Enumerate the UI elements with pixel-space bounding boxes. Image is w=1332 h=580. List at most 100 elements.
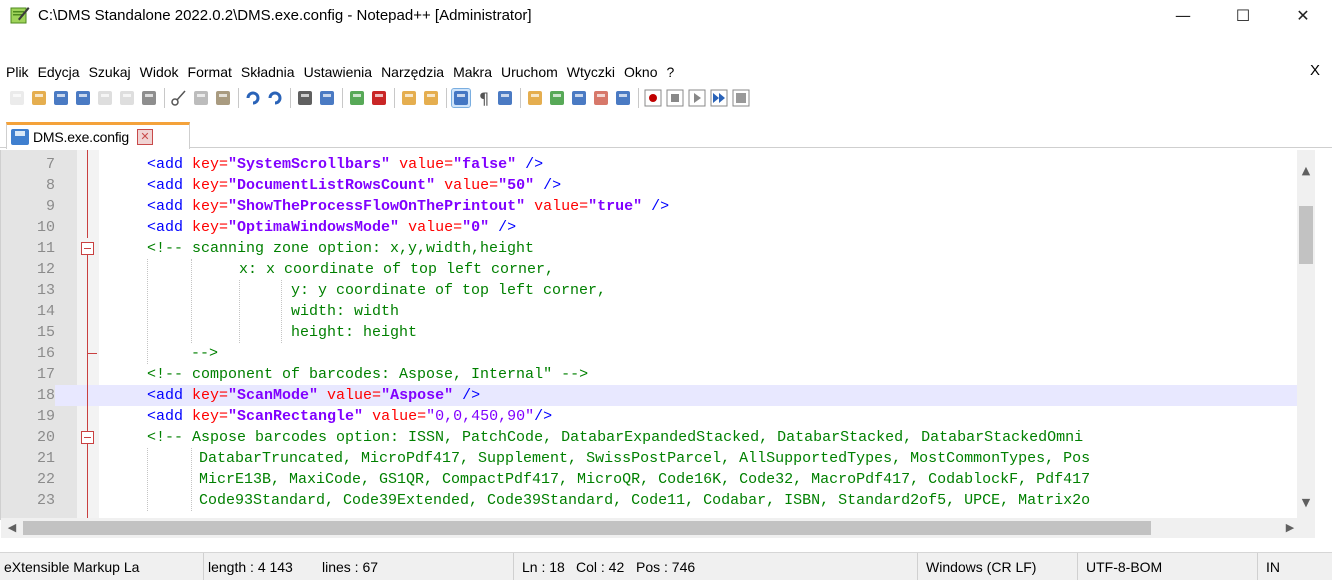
cut-icon[interactable] (170, 89, 188, 107)
save-all-icon[interactable] (74, 89, 92, 107)
token-val: "50" (498, 177, 535, 194)
line-number: 10 (1, 217, 55, 238)
menu-uruchom[interactable]: Uruchom (498, 64, 561, 80)
token-comment: width: width (291, 303, 400, 320)
indent-guide (147, 448, 148, 511)
token-attr: key= (192, 198, 229, 215)
token-val: "OptimaWindowsMode" (228, 219, 400, 236)
open-file-icon[interactable] (30, 89, 48, 107)
code-line[interactable]: 19 <add key="ScanRectangle" value="0,0,45… (1, 406, 1297, 427)
horizontal-scroll-thumb[interactable] (23, 521, 1151, 535)
stop-macro-icon[interactable] (666, 89, 684, 107)
token-attr: value= (363, 408, 427, 425)
play-macro-icon[interactable] (688, 89, 706, 107)
horizontal-scrollbar[interactable]: ◀ ▶ (1, 518, 1315, 538)
new-file-icon[interactable] (8, 89, 26, 107)
scroll-left-icon[interactable]: ◀ (3, 521, 21, 534)
minimize-button[interactable]: — (1160, 0, 1206, 30)
editor[interactable]: ▲ ▼ ◀ ▶ 7 <add key="SystemScrollbars" val… (0, 150, 1332, 538)
save-macro-icon[interactable] (732, 89, 750, 107)
menu-narzedzia[interactable]: Narzędzia (378, 64, 447, 80)
code-line[interactable]: 14 width: width (1, 301, 1297, 322)
saved-file-icon (11, 129, 29, 145)
code-line[interactable]: 8 <add key="DocumentListRowsCount" value=… (1, 175, 1297, 196)
show-all-chars-icon[interactable]: ¶ (474, 89, 492, 108)
token-attr: value= (318, 387, 382, 404)
fold-toggle-icon[interactable] (81, 242, 94, 255)
fold-toggle-icon[interactable] (81, 431, 94, 444)
vertical-scrollbar[interactable]: ▲ ▼ (1297, 150, 1315, 518)
code-line[interactable]: 10 <add key="OptimaWindowsMode" value="0"… (1, 217, 1297, 238)
code-line[interactable]: 13 y: y coordinate of top left corner, (1, 280, 1297, 301)
code-line[interactable]: 18 <add key="ScanMode" value="Aspose" /> (1, 385, 1297, 406)
menu-makra[interactable]: Makra (450, 64, 495, 80)
record-macro-icon[interactable] (644, 89, 662, 107)
folder-workspace-icon[interactable] (592, 89, 610, 107)
token-attr: key= (192, 387, 229, 404)
token-val: "DocumentListRowsCount" (228, 177, 436, 194)
close-icon[interactable] (96, 89, 114, 107)
menu-skladnia[interactable]: Składnia (238, 64, 298, 80)
token-comment: height: height (291, 324, 418, 341)
save-icon[interactable] (52, 89, 70, 107)
menu-help[interactable]: ? (663, 64, 677, 80)
code-line[interactable]: 21 DatabarTruncated, MicroPdf417, Supplem… (1, 448, 1297, 469)
token-attr: key= (192, 219, 229, 236)
menu-ustawienia[interactable]: Ustawienia (301, 64, 375, 80)
doc-map-icon[interactable] (548, 89, 566, 107)
tab-close-icon[interactable]: ✕ (137, 129, 154, 145)
menu-okno[interactable]: Okno (621, 64, 660, 80)
scroll-down-icon[interactable]: ▼ (1297, 496, 1315, 509)
run-macro-multiple-icon[interactable] (710, 89, 728, 107)
replace-icon[interactable] (318, 89, 336, 107)
word-wrap-icon[interactable] (451, 88, 471, 108)
scroll-right-icon[interactable]: ▶ (1281, 521, 1299, 534)
token-comment: x: x coordinate of top left corner, (239, 261, 555, 278)
line-number: 19 (1, 406, 55, 427)
zoom-out-icon[interactable] (370, 89, 388, 107)
code-line[interactable]: 9 <add key="ShowTheProcessFlowOnThePrinto… (1, 196, 1297, 217)
menu-format[interactable]: Format (185, 64, 235, 80)
copy-icon[interactable] (192, 89, 210, 107)
status-bar: eXtensible Markup La length : 4 143 line… (0, 552, 1332, 580)
menu-edycja[interactable]: Edycja (35, 64, 83, 80)
code-line[interactable]: 22 MicrE13B, MaxiCode, GS1QR, CompactPdf4… (1, 469, 1297, 490)
sync-horizontal-icon[interactable] (422, 89, 440, 107)
status-lines: lines : 67 (314, 553, 514, 580)
menu-widok[interactable]: Widok (137, 64, 182, 80)
fold-line (87, 150, 88, 238)
scroll-up-icon[interactable]: ▲ (1297, 164, 1315, 177)
code-line[interactable]: 20 <!-- Aspose barcodes option: ISSN, Pat… (1, 427, 1297, 448)
code-line[interactable]: 15 height: height (1, 322, 1297, 343)
monitor-icon[interactable] (614, 89, 632, 107)
menu-wtyczki[interactable]: Wtyczki (564, 64, 618, 80)
close-all-icon[interactable] (118, 89, 136, 107)
print-icon[interactable] (140, 89, 158, 107)
code-line[interactable]: 17 <!-- component of barcodes: Aspose, In… (1, 364, 1297, 385)
menu-szukaj[interactable]: Szukaj (86, 64, 134, 80)
menu-plik[interactable]: Plik (3, 64, 32, 80)
token-tag: /> (534, 408, 553, 425)
code-line[interactable]: 23 Code93Standard, Code39Extended, Code39… (1, 490, 1297, 511)
sync-vertical-icon[interactable] (400, 89, 418, 107)
maximize-button[interactable]: ☐ (1220, 0, 1266, 30)
close-document-button[interactable]: X (1310, 62, 1320, 79)
zoom-in-icon[interactable] (348, 89, 366, 107)
function-list-icon[interactable] (570, 89, 588, 107)
toolbar: ¶ (0, 84, 1332, 112)
code-line[interactable]: 11 <!-- scanning zone option: x,y,width,h… (1, 238, 1297, 259)
redo-icon[interactable] (266, 89, 284, 107)
line-number: 12 (1, 259, 55, 280)
tab-dms-exe-config[interactable]: DMS.exe.config ✕ (6, 122, 190, 149)
status-pos: Pos : 746 (628, 553, 918, 580)
undo-icon[interactable] (244, 89, 262, 107)
code-line[interactable]: 12 x: x coordinate of top left corner, (1, 259, 1297, 280)
code-line[interactable]: 7 <add key="SystemScrollbars" value="fals… (1, 154, 1297, 175)
udl-icon[interactable] (526, 89, 544, 107)
close-window-button[interactable]: ✕ (1280, 0, 1326, 30)
find-icon[interactable] (296, 89, 314, 107)
code-line[interactable]: 16 --> (1, 343, 1297, 364)
indent-guide-icon[interactable] (496, 89, 514, 107)
vertical-scroll-thumb[interactable] (1299, 206, 1313, 264)
paste-icon[interactable] (214, 89, 232, 107)
